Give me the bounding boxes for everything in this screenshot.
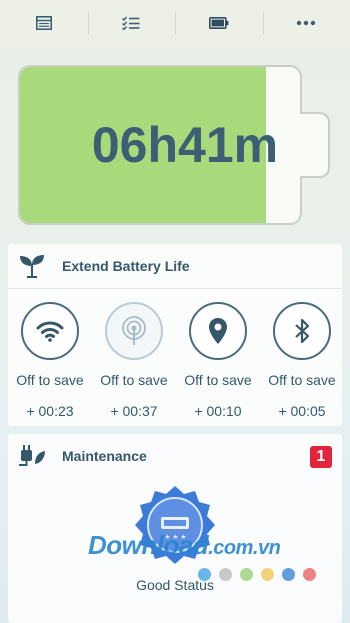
saver-location[interactable]: Off to save + 00:10 [176, 302, 260, 419]
location-toggle[interactable] [189, 302, 247, 360]
wifi-icon [36, 321, 64, 342]
tab-battery[interactable] [175, 0, 263, 46]
saver-hotspot[interactable]: Off to save + 00:37 [92, 302, 176, 419]
bluetooth-toggle[interactable] [273, 302, 331, 360]
checklist-icon [122, 16, 140, 30]
saver-label: Off to save [268, 372, 336, 388]
watermark-brand: Download [88, 530, 209, 560]
maintenance-title: Maintenance [62, 448, 147, 464]
extend-battery-header: Extend Battery Life [8, 244, 342, 288]
tab-list[interactable] [0, 0, 88, 46]
watermark-text: Download.com.vn [88, 530, 281, 561]
saver-wifi[interactable]: Off to save + 00:23 [8, 302, 92, 419]
more-icon [297, 20, 316, 26]
battery-time-remaining: 06h41m [91, 117, 279, 173]
battery-icon [208, 17, 229, 29]
saver-gain: + 00:05 [278, 403, 326, 419]
hotspot-toggle[interactable] [105, 302, 163, 360]
saver-bluetooth[interactable]: Off to save + 00:05 [260, 302, 344, 419]
extend-battery-title: Extend Battery Life [62, 258, 190, 274]
extend-battery-card: Extend Battery Life Off to save + 00:23 … [8, 244, 342, 426]
saver-gain: + 00:23 [26, 403, 74, 419]
bluetooth-icon [295, 318, 310, 344]
hotspot-icon [122, 316, 146, 345]
saver-label: Off to save [16, 372, 84, 388]
top-tab-bar [0, 0, 350, 46]
saver-label: Off to save [184, 372, 252, 388]
wifi-toggle[interactable] [21, 302, 79, 360]
tab-more[interactable] [262, 0, 350, 46]
location-pin-icon [209, 318, 227, 344]
saver-gain: + 00:37 [110, 403, 158, 419]
leaf-icon [18, 252, 46, 280]
list-icon [35, 16, 52, 30]
divider [8, 288, 342, 289]
tab-checklist[interactable] [87, 0, 176, 46]
saver-label: Off to save [100, 372, 168, 388]
saver-gain: + 00:10 [194, 403, 242, 419]
notification-badge: 1 [310, 446, 332, 468]
maintenance-status: Good Status [136, 577, 214, 593]
maintenance-header: Maintenance [8, 434, 342, 478]
plug-icon [18, 442, 46, 470]
maintenance-card[interactable]: Maintenance 1 Download.com.vn Good Statu… [8, 434, 342, 623]
watermark-domain: .com.vn [208, 537, 281, 559]
